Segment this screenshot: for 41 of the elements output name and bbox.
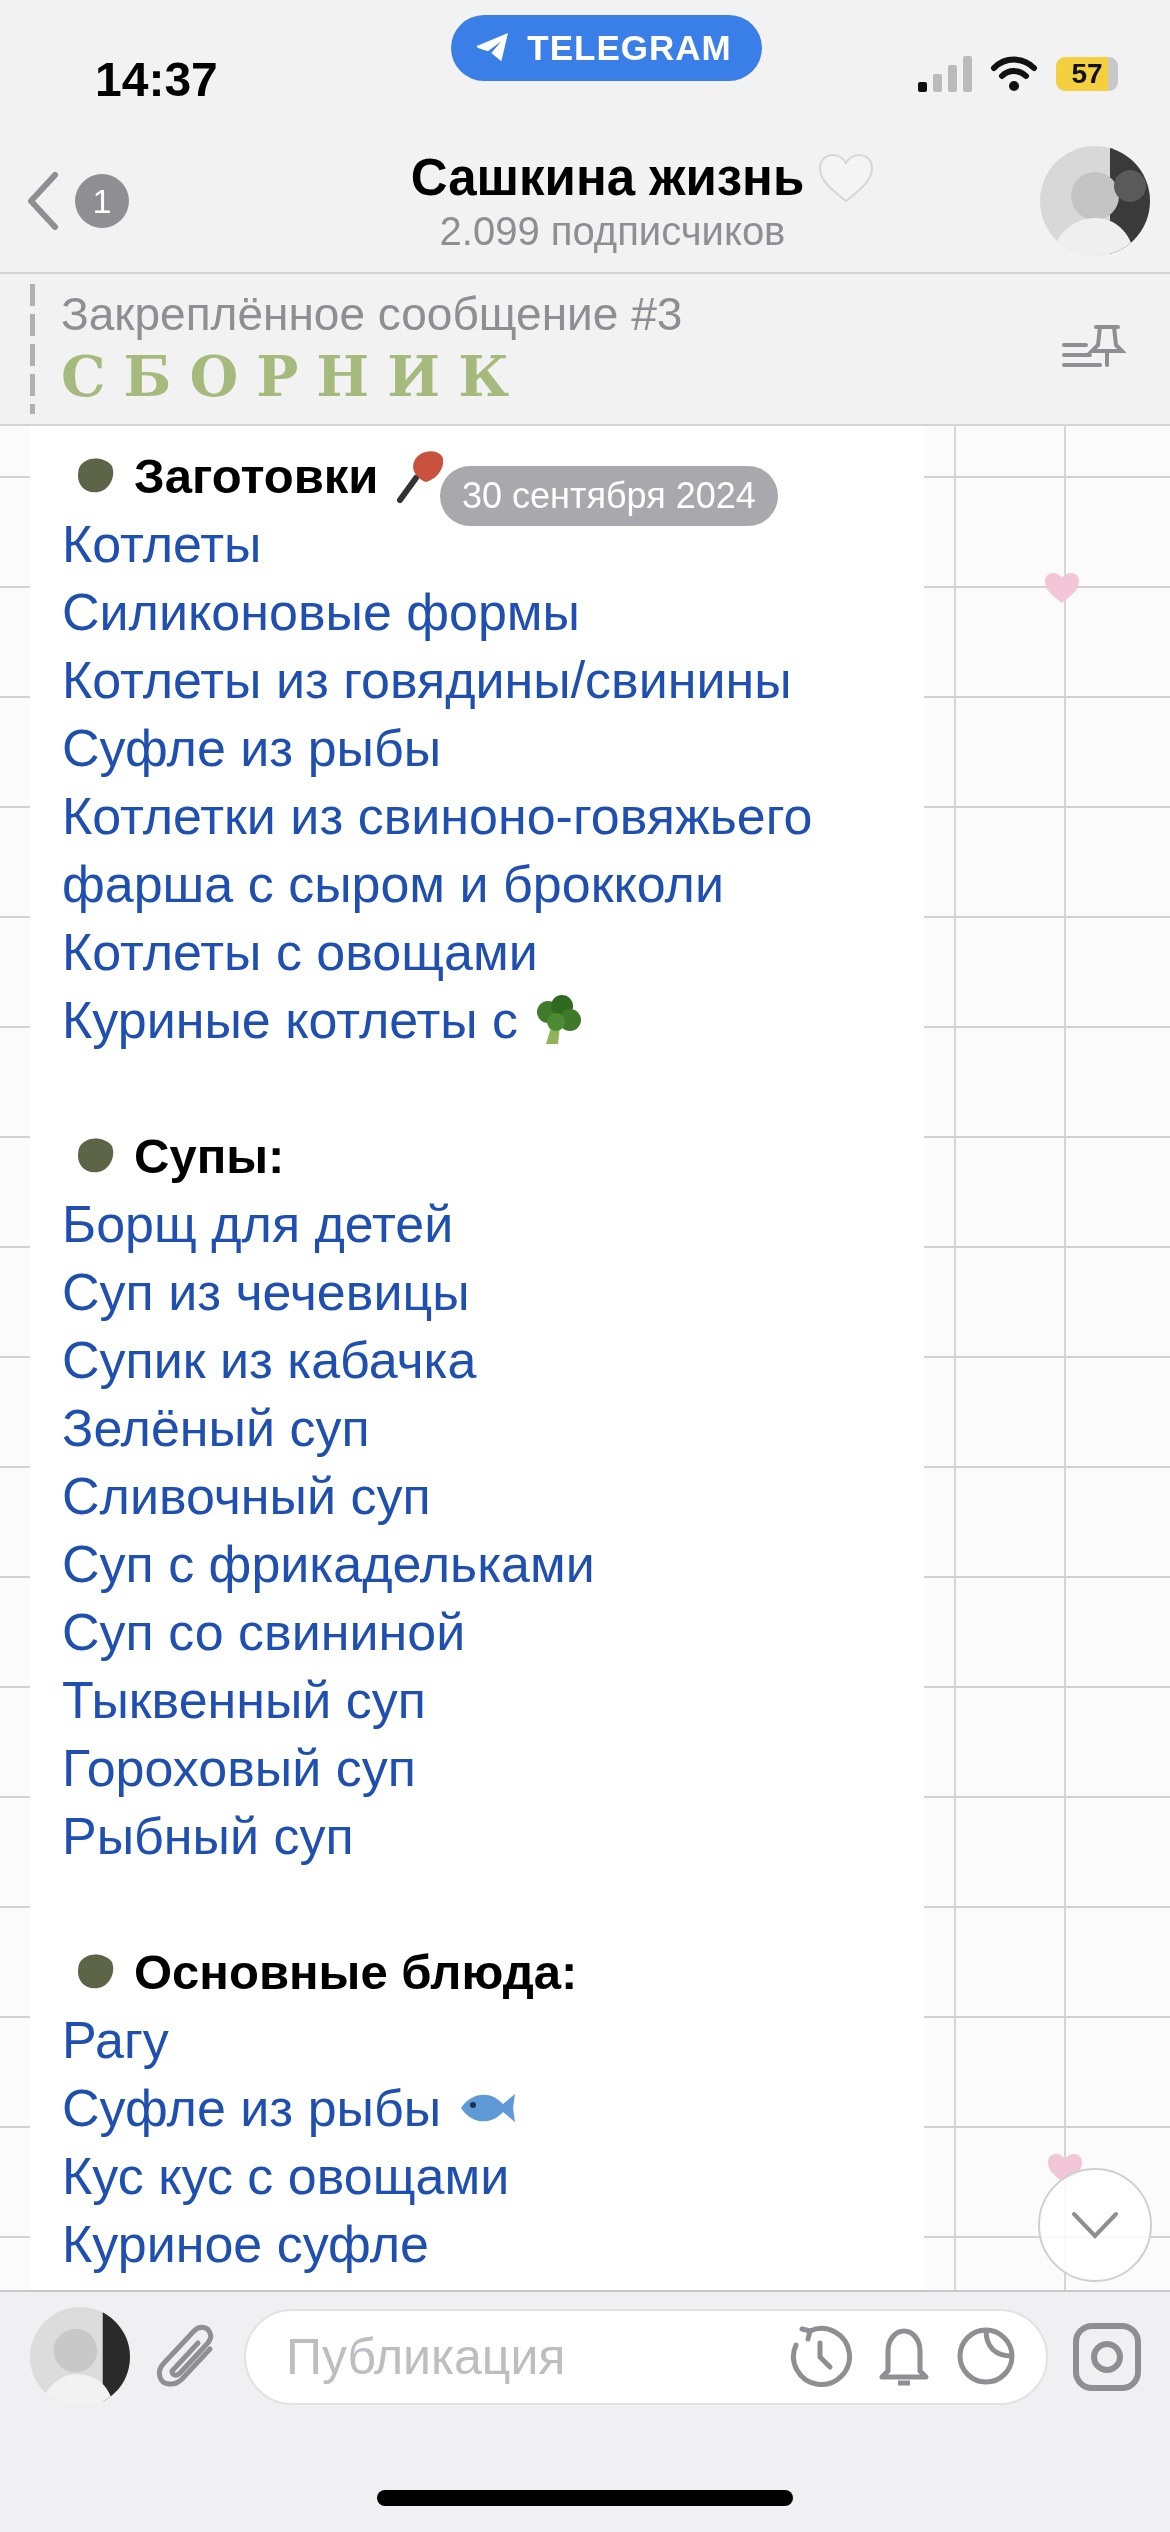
chevron-down-icon	[1070, 2210, 1120, 2240]
section-heading: Заготовки	[134, 448, 379, 504]
section-heading: Основные блюда:	[134, 1944, 578, 2000]
recipe-link[interactable]: Котлеты из говядины/свинины	[62, 646, 792, 714]
recipe-link[interactable]: Рыбный суп	[62, 1802, 354, 1870]
signal-icon	[918, 56, 972, 92]
recipe-link[interactable]: Суп с фрикадельками	[62, 1530, 595, 1598]
recipe-link[interactable]: Котлеты с овощами	[62, 918, 538, 986]
recipe-link[interactable]: Суфле из рыбы	[62, 2074, 442, 2142]
recipe-link[interactable]: Силиконовые формы	[62, 578, 580, 646]
message-input-field[interactable]: Публикация	[244, 2309, 1048, 2405]
recipe-link[interactable]: Сливочный суп	[62, 1462, 431, 1530]
battery-indicator: 57	[1056, 57, 1118, 91]
recipe-link[interactable]: Суп со свининой	[62, 1598, 466, 1666]
recipe-link[interactable]: Суфле из рыбы	[62, 714, 442, 782]
channel-title: Сашкина жизнь	[410, 148, 805, 207]
unread-count: 1	[75, 174, 129, 228]
recipe-link[interactable]: Котлетки из свиноно-говяжьего фарша с сыром и брокколи	[62, 782, 852, 918]
heart-icon	[818, 152, 875, 203]
subscriber-count: 2.099 подписчиков	[439, 209, 786, 254]
text-input[interactable]: Публикация	[286, 2328, 762, 2386]
recipe-link[interactable]: Борщ для детей	[62, 1190, 454, 1258]
heart-icon	[1043, 571, 1081, 605]
recipe-link[interactable]: Куриное суфле	[62, 2210, 429, 2278]
camera-icon[interactable]	[1072, 2322, 1142, 2392]
app-pill[interactable]: TELEGRAM	[451, 15, 762, 81]
recipe-link[interactable]: Зелёный суп	[62, 1394, 370, 1462]
wifi-icon	[990, 56, 1038, 92]
recipe-link[interactable]: Суп из чечевицы	[62, 1258, 470, 1326]
date-badge: 30 сентября 2024	[440, 466, 778, 526]
section-heading: Супы:	[134, 1128, 285, 1184]
back-chevron-icon[interactable]	[25, 171, 61, 231]
recipe-link[interactable]: Гороховый суп	[62, 1734, 416, 1802]
recipe-link[interactable]: Котлеты	[62, 510, 262, 578]
recipe-link[interactable]: Супик из кабачка	[62, 1326, 477, 1394]
recipe-link[interactable]: Тыквенный суп	[62, 1666, 427, 1734]
timer-icon[interactable]	[788, 2325, 852, 2389]
recipe-link[interactable]: Куриные котлеты с	[62, 986, 519, 1054]
recipe-link[interactable]: Кус кус с овощами	[62, 2142, 510, 2210]
recipe-link[interactable]: Рагу	[62, 2006, 169, 2074]
status-time: 14:37	[95, 52, 219, 107]
